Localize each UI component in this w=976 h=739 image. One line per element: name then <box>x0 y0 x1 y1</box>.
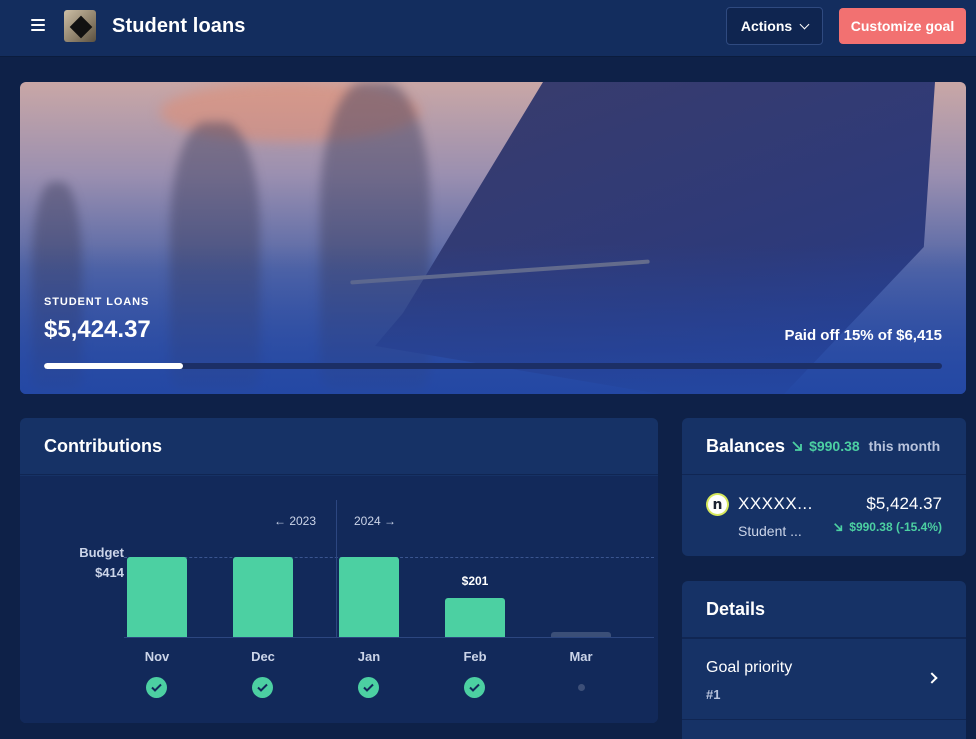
check-icon <box>146 677 167 698</box>
arrow-down-right-icon <box>834 523 843 532</box>
check-icon <box>358 677 379 698</box>
goal-thumbnail <box>64 10 96 42</box>
hero-amount: $5,424.37 <box>44 316 151 343</box>
contribution-bar-jan[interactable] <box>339 557 399 637</box>
chevron-down-icon <box>799 19 810 29</box>
check-icon <box>464 677 485 698</box>
balances-header: Balances $990.38 this month <box>682 418 966 475</box>
customize-goal-button[interactable]: Customize goal <box>839 8 966 44</box>
contribution-bar-feb[interactable] <box>445 598 505 637</box>
contributions-chart-area: Budget $414 ← 2023 2024 → Nov Dec Jan $201 F… <box>20 476 658 723</box>
hero-paid-progress-text: Paid off 15% of $6,415 <box>784 327 942 344</box>
account-balance: $5,424.37 <box>866 494 942 513</box>
account-change-value: $990.38 (-15.4%) <box>849 520 942 534</box>
check-icon <box>252 677 273 698</box>
menu-icon[interactable] <box>31 19 45 31</box>
bar-data-label: $201 <box>461 574 489 589</box>
year-label-2024: 2024 → <box>354 514 397 528</box>
top-bar: Student loans Actions Customize goal <box>0 0 976 57</box>
contribution-bar-mar[interactable] <box>551 632 611 637</box>
details-title: Details <box>682 581 966 638</box>
balances-period: this month <box>868 438 941 454</box>
hero-progress-fill <box>44 363 184 369</box>
detail-value: #1 <box>706 687 721 702</box>
budget-value: $414 <box>95 565 124 580</box>
balances-title: Balances <box>706 435 786 456</box>
balances-card: Balances $990.38 this month n XXXXX... S… <box>682 418 966 556</box>
detail-label: Goal priority <box>706 659 793 676</box>
month-label-nov: Nov <box>144 649 170 664</box>
hero-progress-track <box>44 363 942 369</box>
hero-shade <box>20 244 966 394</box>
contributions-card: Contributions Budget $414 ← 2023 2024 → … <box>20 418 658 723</box>
contributions-chart: Budget $414 ← 2023 2024 → Nov Dec Jan $201 F… <box>20 476 658 723</box>
actions-label: Actions <box>740 18 793 34</box>
actions-button[interactable]: Actions <box>726 7 823 45</box>
month-label-mar: Mar <box>569 649 593 664</box>
arrow-down-right-icon <box>792 441 802 451</box>
account-type: Student ... <box>738 523 802 539</box>
account-name[interactable]: XXXXX... <box>738 494 813 514</box>
pending-dot-icon <box>578 684 585 691</box>
year-divider <box>336 500 337 638</box>
detail-row-goal-priority[interactable]: Goal priority #1 <box>682 638 966 720</box>
goal-hero-banner: STUDENT LOANS $5,424.37 Paid off 15% of … <box>20 82 966 394</box>
budget-label: Budget <box>79 545 124 560</box>
account-logo: n <box>706 493 729 516</box>
chevron-right-icon <box>926 672 938 684</box>
year-label-2023: ← 2023 <box>274 514 317 528</box>
contribution-bar-nov[interactable] <box>127 557 187 637</box>
chart-baseline <box>124 637 654 638</box>
month-label-jan: Jan <box>357 649 381 664</box>
hero-label: STUDENT LOANS <box>44 296 150 308</box>
contribution-bar-dec[interactable] <box>233 557 293 637</box>
month-label-feb: Feb <box>463 649 487 664</box>
page-title: Student loans <box>112 15 246 37</box>
account-logo-letter: n <box>708 495 727 514</box>
details-card: Details Goal priority #1 <box>682 581 966 739</box>
balances-change: $990.38 <box>809 438 860 454</box>
account-change: $990.38 (-15.4%) <box>833 520 942 534</box>
month-label-dec: Dec <box>251 649 275 664</box>
contributions-title: Contributions <box>20 418 658 475</box>
